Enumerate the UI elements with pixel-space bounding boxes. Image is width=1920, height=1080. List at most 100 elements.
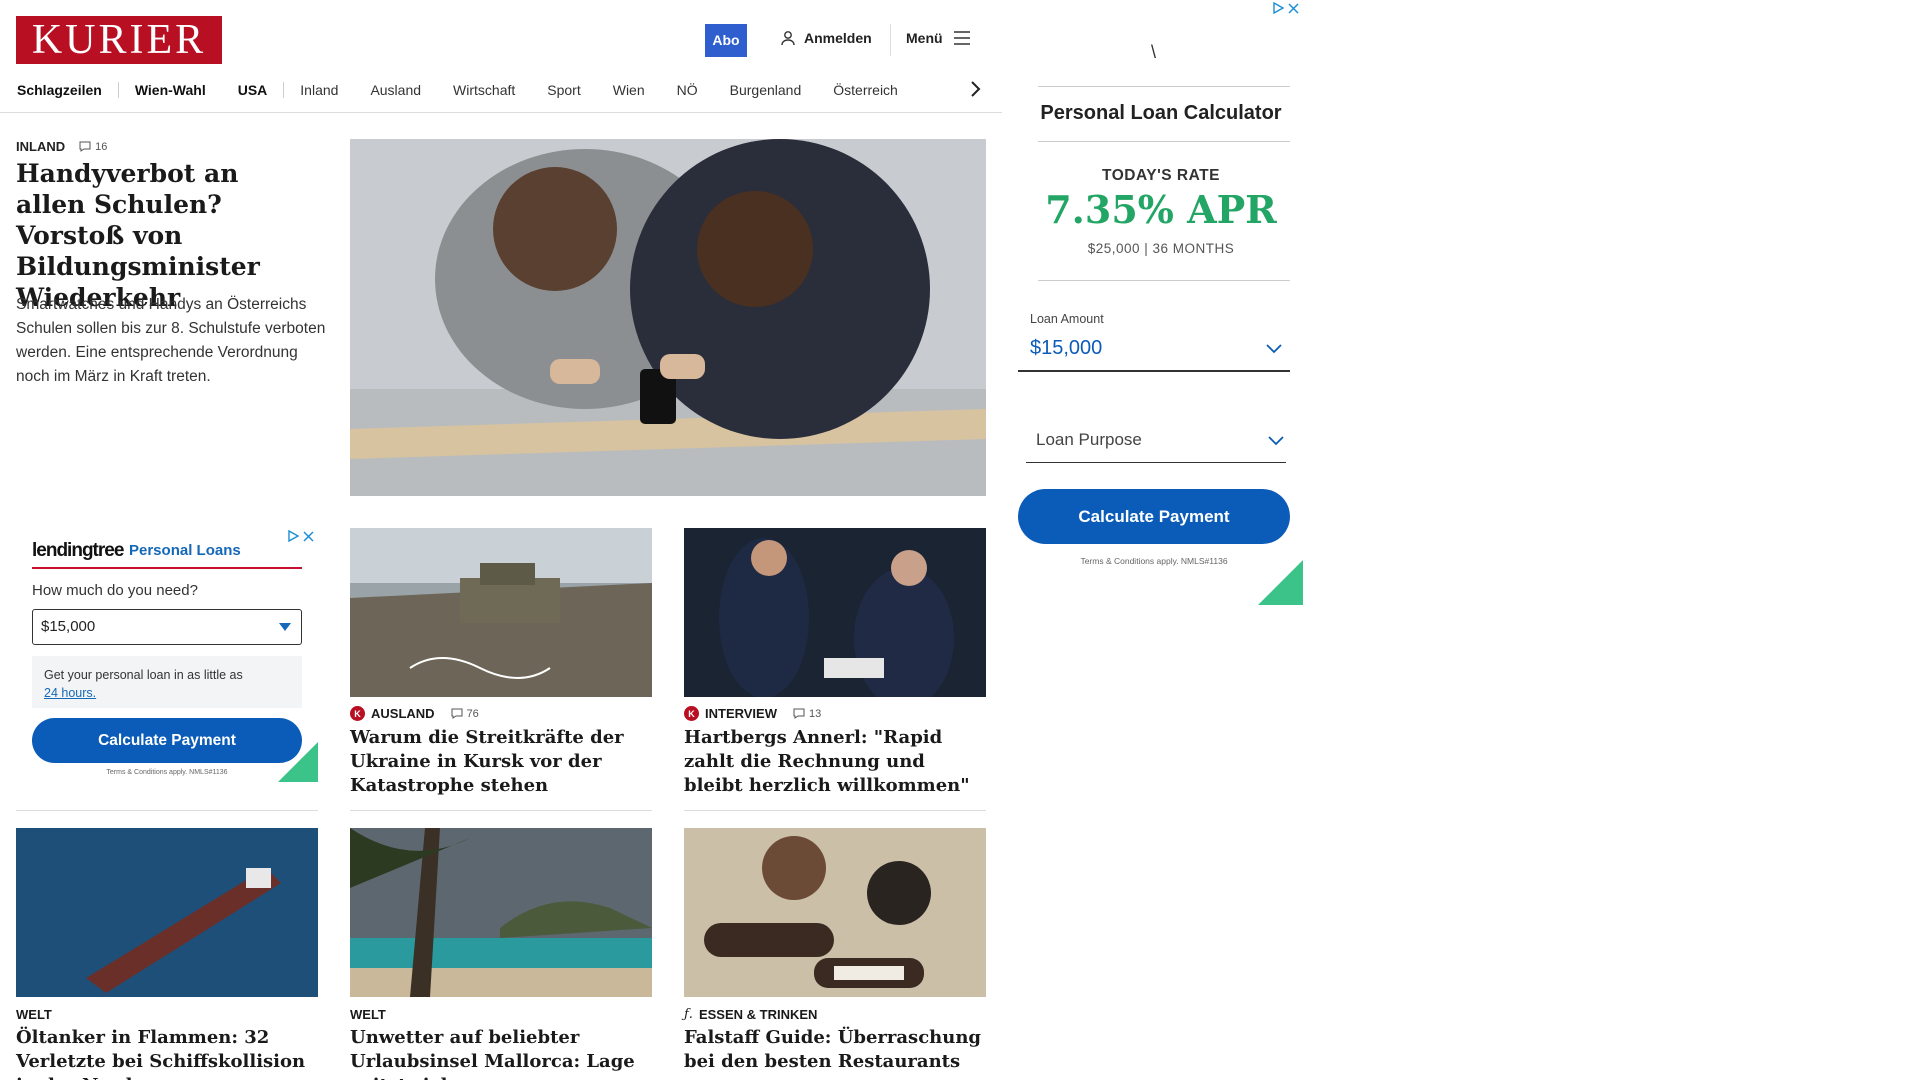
card-comment-count: 13 — [809, 707, 822, 720]
close-icon[interactable] — [1288, 2, 1299, 14]
menu-label: Menü — [906, 30, 943, 46]
card-title[interactable]: Hartbergs Annerl: "Rapid zahlt die Rechn… — [684, 726, 986, 798]
kurier-plus-icon: K — [350, 706, 365, 721]
lead-image[interactable] — [350, 139, 986, 496]
ad-corner-decoration — [1258, 560, 1303, 605]
lead-comments[interactable]: 16 — [79, 141, 107, 153]
card-category-label: ESSEN & TRINKEN — [698, 1007, 818, 1022]
lead-category[interactable]: INLAND 16 — [16, 139, 107, 154]
chevron-down-icon — [1266, 344, 1282, 354]
card-title[interactable]: Unwetter auf beliebter Urlaubsinsel Mall… — [350, 1026, 652, 1080]
rate-value: 7.35% APR — [1045, 187, 1277, 232]
card-category-label: WELT — [350, 1007, 386, 1022]
card-category-label: WELT — [16, 1007, 52, 1022]
loan-purpose-placeholder: Loan Purpose — [1036, 430, 1142, 449]
nav-item-sport[interactable]: Sport — [531, 82, 596, 98]
adchoices-icon — [288, 530, 299, 542]
card-category-label: AUSLAND — [371, 706, 435, 721]
loan-amount-value: $15,000 — [1030, 337, 1103, 359]
nav-item-wirtschaft[interactable]: Wirtschaft — [437, 82, 531, 98]
falstaff-icon: ƒ. — [684, 1007, 693, 1022]
ad-divider — [1038, 86, 1290, 87]
calculate-payment-button[interactable]: Calculate Payment — [32, 718, 302, 763]
dropdown-arrow-icon — [279, 623, 291, 631]
loan-info-box: Get your personal loan in as little as 2… — [32, 656, 302, 708]
menu-button[interactable]: Menü — [906, 30, 971, 46]
input-underline — [1018, 370, 1290, 372]
nav-item-burgenland[interactable]: Burgenland — [714, 82, 818, 98]
card-title[interactable]: Falstaff Guide: Überraschung bei den bes… — [684, 1026, 986, 1074]
card-image[interactable] — [684, 528, 986, 697]
header-divider — [890, 24, 891, 56]
comment-icon — [451, 708, 463, 719]
card-image[interactable] — [16, 828, 318, 997]
chevron-right-icon[interactable] — [968, 80, 982, 98]
ad-corner-decoration — [278, 742, 318, 782]
login-button[interactable]: Anmelden — [780, 30, 872, 46]
card-comments[interactable]: 76 — [451, 708, 479, 720]
loan-calculator-ad[interactable]: \ Personal Loan Calculator TODAY'S RATE … — [1018, 0, 1304, 605]
card-category[interactable]: K AUSLAND 76 — [350, 706, 479, 721]
loan-info-text: Get your personal loan in as little as — [44, 668, 243, 682]
lead-teaser[interactable]: Smartwatches und Handys an Österreichs S… — [16, 293, 326, 389]
calculator-title: Personal Loan Calculator — [1040, 102, 1282, 124]
card-category[interactable]: K INTERVIEW 13 — [684, 706, 821, 721]
nav-item-wien-wahl[interactable]: Wien-Wahl — [119, 82, 222, 98]
card-category[interactable]: WELT — [16, 1007, 52, 1022]
ad-divider — [1038, 280, 1290, 281]
ad-choices[interactable] — [287, 530, 314, 542]
main-nav: Schlagzeilen Wien-Wahl USA Inland Auslan… — [16, 78, 914, 102]
comment-icon — [79, 141, 91, 152]
divider — [350, 810, 652, 811]
hamburger-icon — [953, 31, 970, 45]
kurier-logo[interactable]: KURIER — [16, 16, 222, 64]
card-comment-count: 76 — [466, 707, 479, 720]
card-title[interactable]: Warum die Streitkräfte der Ukraine in Ku… — [350, 726, 652, 798]
calculate-payment-button[interactable]: Calculate Payment — [1018, 489, 1290, 544]
lendingtree-product: Personal Loans — [129, 542, 241, 559]
divider — [16, 810, 318, 811]
card-image[interactable] — [684, 828, 986, 997]
comment-icon — [793, 708, 805, 719]
lead-category-label: INLAND — [16, 139, 66, 154]
card-category-label: INTERVIEW — [705, 706, 777, 721]
nav-item-usa[interactable]: USA — [222, 82, 284, 98]
adchoices-icon — [1273, 2, 1284, 14]
loan-amount-value: $15,000 — [41, 618, 96, 635]
ad-choices[interactable] — [1272, 2, 1299, 14]
ad-divider — [1038, 141, 1290, 142]
nav-item-inland[interactable]: Inland — [284, 82, 354, 98]
lead-comment-count: 16 — [95, 140, 108, 153]
card-category[interactable]: ƒ. ESSEN & TRINKEN — [684, 1007, 817, 1022]
lendingtree-ad[interactable]: lendingtree Personal Loans How much do y… — [16, 526, 318, 782]
card-comments[interactable]: 13 — [793, 708, 821, 720]
nav-divider-line — [0, 112, 1002, 113]
lendingtree-logo: lendingtree — [32, 540, 124, 561]
chevron-down-icon — [1268, 436, 1284, 446]
loading-spinner-icon: \ — [1151, 42, 1157, 62]
loan-amount-label: Loan Amount — [1030, 312, 1104, 326]
card-image[interactable] — [350, 528, 652, 697]
nav-item-ausland[interactable]: Ausland — [354, 82, 437, 98]
abo-button[interactable]: Abo — [705, 24, 747, 57]
ad-terms: Terms & Conditions apply. NMLS#1136 — [1080, 556, 1228, 566]
login-label: Anmelden — [804, 30, 872, 46]
ad-divider — [32, 567, 302, 569]
kurier-plus-icon: K — [684, 706, 699, 721]
nav-item-schlagzeilen[interactable]: Schlagzeilen — [16, 82, 118, 98]
close-icon[interactable] — [303, 530, 314, 542]
lead-title[interactable]: Handyverbot an allen Schulen? Vorstoß vo… — [16, 158, 316, 313]
loan-question: How much do you need? — [32, 582, 198, 599]
nav-item-noe[interactable]: NÖ — [661, 82, 714, 98]
divider — [684, 810, 986, 811]
ad-terms: Terms & Conditions apply. NMLS#1136 — [106, 769, 228, 776]
card-category[interactable]: WELT — [350, 1007, 386, 1022]
card-title[interactable]: Öltanker in Flammen: 32 Verletzte bei Sc… — [16, 1026, 318, 1080]
nav-item-oesterreich[interactable]: Österreich — [817, 82, 914, 98]
rate-terms: $25,000 | 36 MONTHS — [1087, 241, 1235, 256]
loan-info-link[interactable]: 24 hours. — [44, 686, 96, 700]
card-image[interactable] — [350, 828, 652, 997]
loan-amount-select[interactable]: $15,000 — [32, 609, 302, 645]
rate-label: TODAY'S RATE — [1102, 167, 1220, 184]
nav-item-wien[interactable]: Wien — [597, 82, 661, 98]
